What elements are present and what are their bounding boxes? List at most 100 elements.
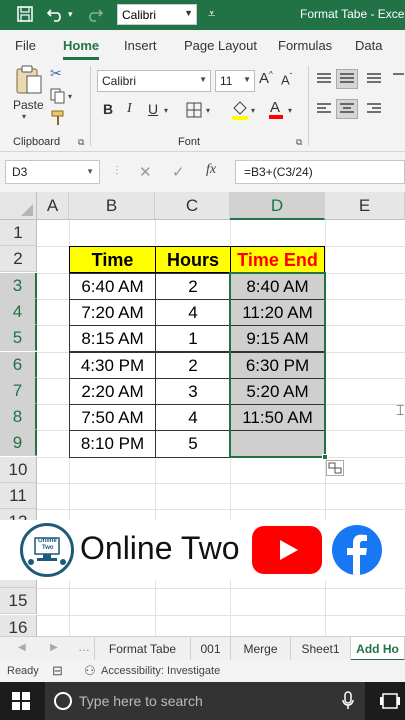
row-header-5[interactable]: 5 — [0, 325, 37, 352]
column-header-c[interactable]: C — [155, 192, 230, 220]
formula-bar-handle-icon[interactable]: ⋮ — [112, 165, 123, 176]
cell-time-end[interactable]: 8:40 AM — [230, 272, 325, 300]
cell-time[interactable]: 7:20 AM — [69, 298, 156, 327]
cell-hours[interactable]: 2 — [155, 351, 231, 379]
font-color-dropdown-icon[interactable]: ▾ — [288, 106, 292, 115]
tab-file[interactable]: File — [15, 38, 36, 53]
row-header-11[interactable]: 11 — [0, 483, 37, 509]
row-header-8[interactable]: 8 — [0, 404, 37, 431]
cell-hours[interactable]: 2 — [155, 272, 231, 300]
redo-icon[interactable] — [84, 5, 104, 28]
prev-sheet-icon[interactable]: ◀ — [18, 642, 26, 653]
undo-dropdown-icon[interactable]: ▾ — [68, 9, 73, 20]
increase-font-size-icon[interactable]: A^ — [259, 70, 273, 87]
font-color-icon[interactable]: A — [268, 98, 284, 123]
row-header-2[interactable]: 2 — [0, 246, 37, 273]
copy-icon[interactable] — [50, 88, 66, 107]
sheet-tab-format-tabe[interactable]: Format Tabe — [94, 637, 191, 661]
header-cell-time-end[interactable]: Time End — [230, 246, 325, 273]
sheet-tab-merge[interactable]: Merge — [231, 637, 291, 661]
facebook-icon[interactable] — [332, 525, 382, 575]
cell-time[interactable]: 7:50 AM — [69, 404, 156, 432]
cancel-icon[interactable]: ✕ — [139, 163, 152, 181]
cut-icon[interactable]: ✂ — [50, 65, 62, 82]
row-header-6[interactable]: 6 — [0, 351, 37, 378]
decrease-font-size-icon[interactable]: Aˇ — [281, 72, 292, 87]
cell-time-end[interactable]: 9:15 AM — [230, 325, 325, 353]
quick-font-box[interactable]: Calibri ▼ — [117, 4, 197, 25]
align-top-icon[interactable] — [316, 72, 332, 89]
name-box[interactable]: D3 ▼ — [5, 160, 100, 184]
accessibility-status[interactable]: Accessibility: Investigate — [101, 665, 220, 677]
underline-button[interactable]: U — [148, 101, 158, 117]
insert-function-icon[interactable]: fx — [206, 162, 216, 178]
column-header-a[interactable]: A — [37, 192, 69, 220]
undo-icon[interactable] — [46, 5, 66, 28]
font-size-select[interactable]: 11 ▼ — [215, 70, 255, 92]
clipboard-launcher-icon[interactable]: ⧉ — [78, 137, 84, 148]
fill-color-icon[interactable] — [231, 100, 249, 123]
accessibility-icon[interactable]: ⚇ — [84, 663, 96, 679]
youtube-icon[interactable] — [252, 526, 322, 574]
underline-dropdown-icon[interactable]: ▾ — [164, 106, 168, 115]
tab-home[interactable]: Home — [63, 38, 100, 60]
save-icon[interactable] — [16, 5, 34, 28]
cell-time[interactable]: 8:15 AM — [69, 325, 156, 353]
copy-dropdown-icon[interactable]: ▾ — [68, 92, 72, 101]
tab-data[interactable]: Data — [355, 38, 382, 53]
row-header-4[interactable]: 4 — [0, 298, 37, 325]
borders-icon[interactable] — [186, 102, 202, 121]
tab-formulas[interactable]: Formulas — [278, 38, 332, 53]
task-view-icon[interactable] — [380, 692, 400, 715]
borders-dropdown-icon[interactable]: ▾ — [206, 106, 210, 115]
cell-time[interactable]: 4:30 PM — [69, 351, 156, 379]
sheet-tab-001[interactable]: 001 — [191, 637, 231, 661]
align-left-icon[interactable] — [316, 102, 332, 119]
fill-color-dropdown-icon[interactable]: ▾ — [251, 106, 255, 115]
row-header-16[interactable]: 16 — [0, 614, 37, 636]
align-bottom-icon[interactable] — [366, 72, 382, 89]
align-center-icon[interactable] — [336, 99, 358, 119]
paste-dropdown-icon[interactable]: ▾ — [22, 112, 26, 121]
row-header-9[interactable]: 9 — [0, 430, 37, 457]
customize-toolbar-icon[interactable]: ⩡ — [208, 6, 215, 22]
cell-hours[interactable]: 3 — [155, 377, 231, 406]
wrap-text-icon[interactable] — [392, 72, 404, 89]
column-header-d[interactable]: D — [230, 192, 325, 220]
paste-button[interactable] — [14, 64, 44, 99]
cell-time[interactable]: 8:10 PM — [69, 430, 156, 458]
enter-icon[interactable]: ✓ — [172, 163, 185, 181]
tab-page-layout[interactable]: Page Layout — [184, 38, 257, 53]
cell-hours[interactable]: 1 — [155, 325, 231, 353]
bold-button[interactable]: B — [103, 101, 113, 117]
tab-insert[interactable]: Insert — [124, 38, 157, 53]
column-header-b[interactable]: B — [69, 192, 155, 220]
cell-time-end[interactable] — [230, 430, 325, 458]
cell-time-end[interactable]: 11:50 AM — [230, 404, 325, 432]
header-cell-hours[interactable]: Hours — [155, 246, 231, 273]
cell-time-end[interactable]: 11:20 AM — [230, 298, 325, 327]
quick-analysis-icon[interactable] — [326, 460, 344, 476]
taskbar-search[interactable]: Type here to search — [45, 682, 365, 720]
cell-hours[interactable]: 4 — [155, 404, 231, 432]
align-right-icon[interactable] — [366, 102, 382, 119]
cell-time-end[interactable]: 6:30 PM — [230, 351, 325, 379]
select-all-corner[interactable] — [0, 192, 37, 220]
row-header-1[interactable]: 1 — [0, 220, 37, 246]
italic-button[interactable]: I — [127, 101, 132, 117]
sheet-tab-add-ho[interactable]: Add Ho — [351, 637, 405, 661]
macro-recording-icon[interactable]: ⊟ — [52, 663, 63, 679]
format-painter-icon[interactable] — [50, 110, 66, 129]
row-header-7[interactable]: 7 — [0, 377, 37, 404]
next-sheet-icon[interactable]: ▶ — [50, 642, 58, 653]
cell-hours[interactable]: 5 — [155, 430, 231, 458]
align-middle-icon[interactable] — [336, 69, 358, 89]
cell-time-end[interactable]: 5:20 AM — [230, 377, 325, 406]
row-header-3[interactable]: 3 — [0, 272, 37, 299]
formula-input[interactable]: =B3+(C3/24) — [235, 160, 405, 184]
cell-time[interactable]: 6:40 AM — [69, 272, 156, 300]
cell-time[interactable]: 2:20 AM — [69, 377, 156, 406]
font-name-select[interactable]: Calibri ▼ — [97, 70, 211, 92]
row-header-15[interactable]: 15 — [0, 588, 37, 615]
microphone-icon[interactable] — [341, 691, 355, 714]
